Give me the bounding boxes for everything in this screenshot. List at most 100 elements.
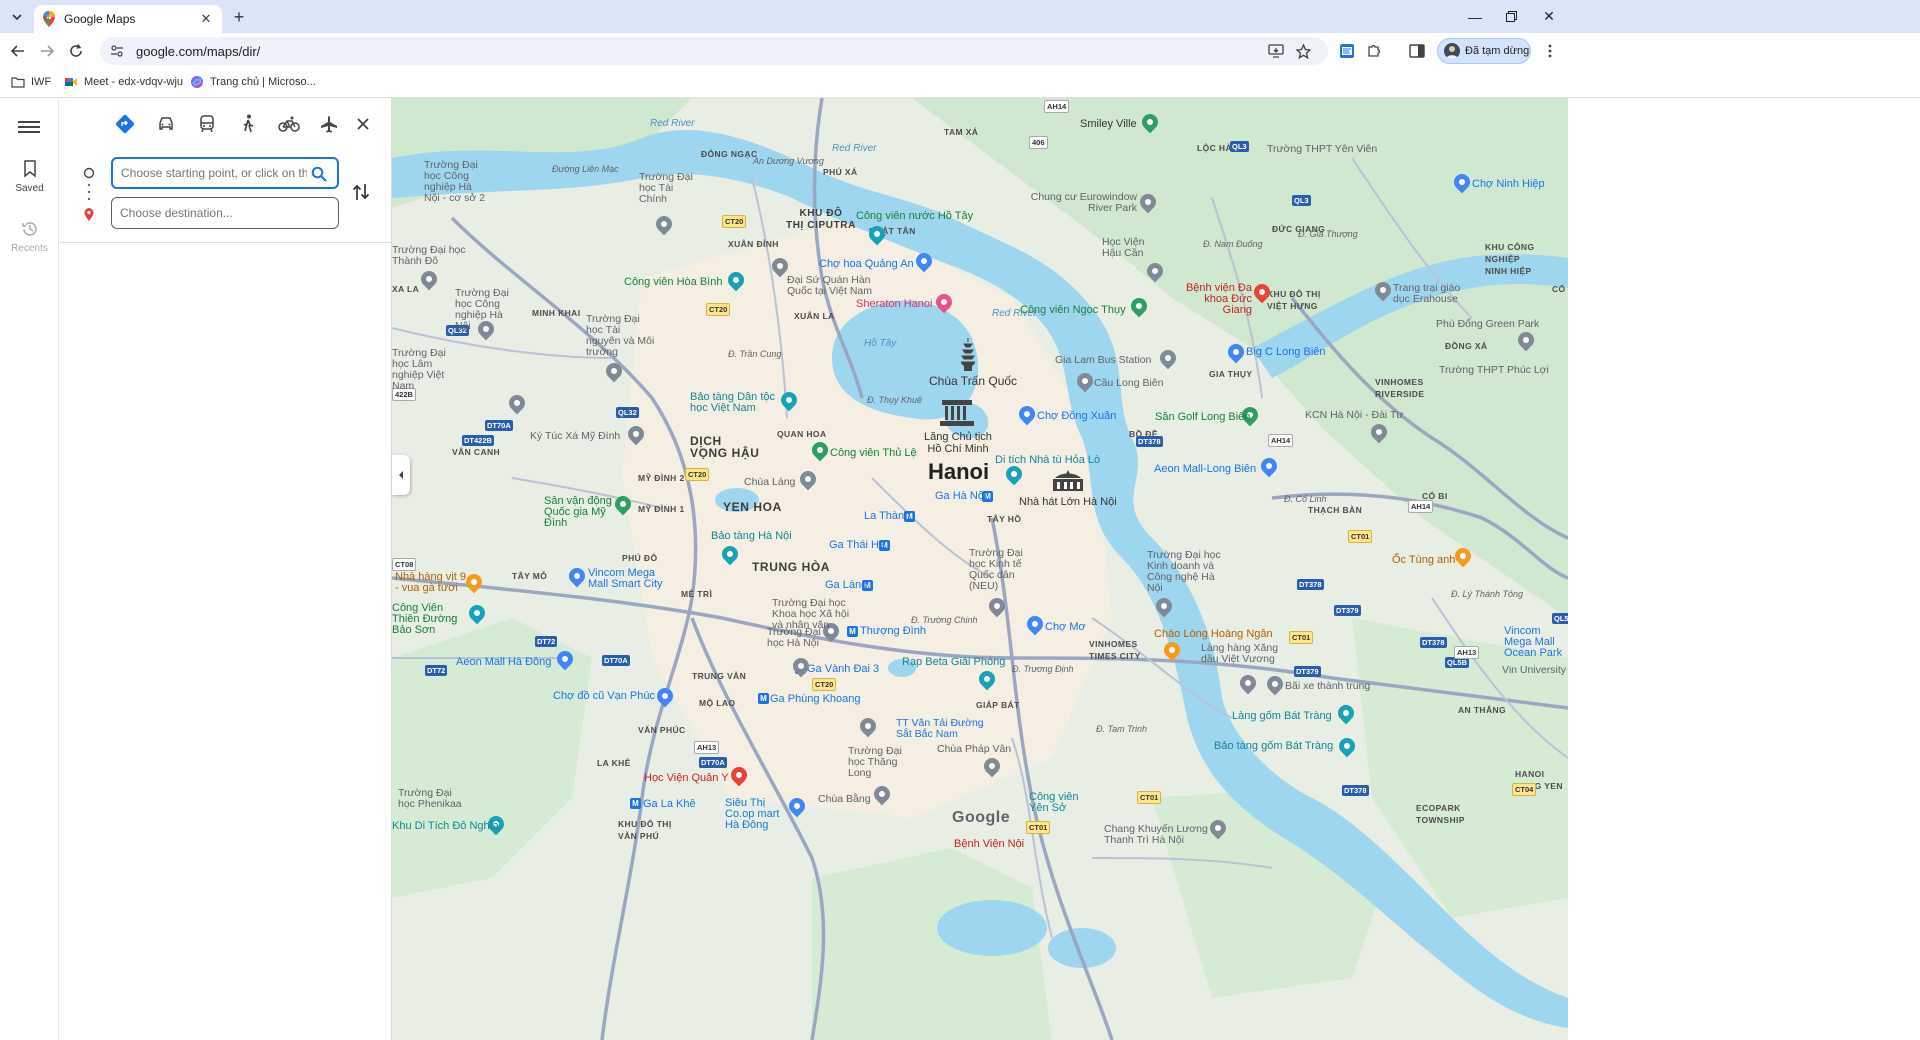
place-label[interactable]: Trường Đại học Thăng Long bbox=[848, 746, 918, 779]
place-label[interactable]: Chùa Bằng bbox=[818, 793, 871, 805]
poi-label[interactable]: Siêu Thị Co.op mart Hà Đông bbox=[725, 798, 787, 831]
poi-label[interactable]: Nhà hàng vịt 9 - vua gà tươi bbox=[395, 572, 467, 594]
hamburger-menu-icon[interactable] bbox=[18, 118, 40, 136]
saved-button[interactable]: Saved bbox=[0, 160, 59, 194]
poi-label[interactable]: Ốc Tùng anh bbox=[1392, 554, 1455, 566]
destination-input[interactable] bbox=[111, 197, 339, 229]
back-icon[interactable] bbox=[4, 37, 32, 65]
place-label[interactable]: Trường Đại học Tài Chính bbox=[639, 172, 699, 205]
swap-points-icon[interactable] bbox=[352, 182, 374, 204]
site-info-icon[interactable] bbox=[110, 44, 124, 58]
place-label[interactable]: Ga Láng bbox=[825, 579, 867, 591]
poi-label[interactable]: Làng gốm Bát Tràng bbox=[1232, 710, 1332, 722]
close-directions-icon[interactable] bbox=[349, 110, 377, 138]
bookmark-star-icon[interactable] bbox=[1293, 41, 1313, 61]
forward-icon[interactable] bbox=[33, 37, 61, 65]
place-label[interactable]: Chùa Láng bbox=[744, 476, 795, 488]
poi-label[interactable]: Big C Long Biên bbox=[1246, 346, 1326, 358]
map-canvas[interactable]: Red River Red River Hồ Tây Red River Han… bbox=[392, 98, 1568, 1040]
extension-translate-icon[interactable] bbox=[1335, 39, 1359, 63]
place-label[interactable]: Ga Hà Nội bbox=[935, 490, 986, 502]
poi-label[interactable]: Chợ Mơ bbox=[1045, 621, 1086, 633]
place-label[interactable]: Trường THPT Yên Viên bbox=[1267, 143, 1377, 155]
pagoda-icon[interactable] bbox=[961, 338, 975, 372]
starting-point-field[interactable] bbox=[119, 165, 309, 181]
flights-mode-icon[interactable] bbox=[315, 110, 343, 138]
place-label[interactable]: Ga Phùng Khoang bbox=[770, 693, 861, 705]
place-label[interactable]: Ký Túc Xá Mỹ Đình bbox=[530, 430, 620, 442]
browser-tab-google-maps[interactable]: Google Maps ✕ bbox=[34, 5, 222, 33]
poi-label[interactable]: Công Viên Thiên Đường Bảo Sơn bbox=[392, 603, 468, 636]
poi-label[interactable]: Chợ Ninh Hiệp bbox=[1472, 178, 1545, 190]
place-label[interactable]: Phù Đổng Green Park bbox=[1436, 318, 1539, 330]
place-label[interactable]: Trường Đại học Kinh doanh và Công nghệ H… bbox=[1147, 550, 1227, 594]
mausoleum-icon[interactable] bbox=[940, 398, 974, 428]
poi-label[interactable]: Công viên Thủ Lệ bbox=[830, 447, 917, 459]
place-label[interactable]: Làng hàng Xăng dầu Việt Vương bbox=[1201, 643, 1291, 665]
place-label[interactable]: Trường THPT Phúc Lợi bbox=[1439, 364, 1549, 376]
landmark-label[interactable]: Di tích Nhà tù Hỏa Lò bbox=[995, 454, 1100, 466]
place-label[interactable]: Trang trại giáo dục Erahouse bbox=[1393, 283, 1473, 305]
poi-label[interactable]: Aeon Mall Hà Đông bbox=[456, 656, 551, 668]
poi-label[interactable]: Công viên Yên Sở bbox=[1029, 792, 1099, 814]
install-app-icon[interactable] bbox=[1266, 41, 1286, 61]
profile-button[interactable]: Đã tạm dừng bbox=[1437, 38, 1531, 64]
place-label[interactable]: Trường Đại học Lâm nghiệp Việt Nam bbox=[392, 348, 454, 392]
close-window-icon[interactable]: ✕ bbox=[1526, 0, 1572, 33]
poi-label[interactable]: Công viên Hòa Bình bbox=[624, 276, 722, 288]
poi-label[interactable]: Smiley Ville bbox=[1080, 118, 1137, 130]
bookmark-iwf[interactable]: IWF bbox=[11, 75, 51, 89]
poi-label[interactable]: Chợ Đồng Xuân bbox=[1037, 410, 1116, 422]
place-label[interactable]: Ga Vành Đai 3 bbox=[807, 663, 879, 675]
place-label[interactable]: Vin University bbox=[1502, 664, 1566, 676]
place-label[interactable]: La Thành bbox=[864, 510, 910, 522]
driving-mode-icon[interactable] bbox=[152, 110, 180, 138]
place-label[interactable]: Trường Đại học Công nghiệp Hà Nội bbox=[455, 288, 519, 332]
poi-label[interactable]: Bảo tàng Dân tộc học Việt Nam bbox=[690, 392, 780, 414]
tab-search-chevron-icon[interactable] bbox=[6, 6, 28, 28]
reload-icon[interactable] bbox=[62, 37, 90, 65]
place-label[interactable]: Trường Đại học Kinh tế Quốc dân (NEU) bbox=[969, 548, 1039, 592]
poi-label[interactable]: Khu Di Tích Đô Nghĩa bbox=[392, 820, 499, 832]
poi-label[interactable]: Sheraton Hanoi bbox=[856, 298, 932, 310]
search-icon[interactable] bbox=[311, 166, 327, 182]
poi-label[interactable]: Sân Golf Long Biên bbox=[1155, 411, 1250, 423]
poi-label[interactable]: Công viên Ngọc Thụy bbox=[1020, 304, 1126, 316]
walking-mode-icon[interactable] bbox=[234, 110, 262, 138]
place-label[interactable]: Chang Khuyến Lương Thanh Trì Hà Nội bbox=[1104, 824, 1209, 846]
place-label[interactable]: Trường Đại học Công nghiệp Hà Nội - cơ s… bbox=[424, 160, 490, 204]
landmark-label[interactable]: Chùa Trấn Quốc bbox=[929, 375, 1017, 387]
cycling-mode-icon[interactable] bbox=[275, 110, 303, 138]
place-label[interactable]: KCN Hà Nội - Đài Tư bbox=[1305, 409, 1403, 421]
landmark-label[interactable]: Lăng Chủ tịch Hồ Chí Minh bbox=[922, 431, 994, 455]
new-tab-button[interactable]: + bbox=[228, 6, 250, 28]
poi-label[interactable]: Học Viện Quân Y bbox=[644, 772, 729, 784]
place-label[interactable]: Chung cư Eurowindow River Park bbox=[1022, 192, 1137, 214]
poi-label[interactable]: Vincom Mega Mall Ocean Park bbox=[1504, 626, 1568, 659]
best-route-mode-icon[interactable] bbox=[111, 110, 139, 138]
place-label[interactable]: TT Văn Tải Đường Sắt Bắc Nam bbox=[896, 718, 996, 740]
extensions-puzzle-icon[interactable] bbox=[1362, 39, 1386, 63]
bookmark-meet[interactable]: Meet - edx-vdqv-wju bbox=[64, 75, 183, 89]
side-panel-icon[interactable] bbox=[1405, 39, 1429, 63]
poi-label[interactable]: Cháo Lòng Hoàng Ngân bbox=[1154, 628, 1273, 640]
poi-label[interactable]: Aeon Mall-Long Biên bbox=[1154, 463, 1256, 475]
place-label[interactable]: Chùa Pháp Vân bbox=[937, 743, 1011, 755]
place-label[interactable]: Thượng Đình bbox=[860, 625, 926, 637]
poi-label[interactable]: Công viên nước Hồ Tây bbox=[856, 210, 973, 222]
transit-mode-icon[interactable] bbox=[193, 110, 221, 138]
place-label[interactable]: Ga Thái Hà bbox=[829, 539, 885, 551]
map-city-label[interactable]: Hanoi bbox=[928, 461, 989, 483]
tab-close-icon[interactable]: ✕ bbox=[198, 11, 214, 27]
destination-field[interactable] bbox=[118, 205, 308, 221]
poi-label[interactable]: Bảo tàng Hà Nội bbox=[711, 530, 792, 542]
place-label[interactable]: Trường Đại học Hà Nội bbox=[767, 627, 827, 649]
metro-station-icon[interactable]: M bbox=[758, 693, 769, 704]
bookmark-microsoft[interactable]: Trang chủ | Microso... bbox=[190, 75, 316, 89]
place-label[interactable]: Trường Đại học Phenikaa bbox=[398, 788, 462, 810]
place-label[interactable]: Ga La Khê bbox=[643, 798, 696, 810]
collapse-panel-button[interactable] bbox=[392, 455, 410, 495]
opera-house-icon[interactable] bbox=[1051, 470, 1085, 494]
place-label[interactable]: Cầu Long Biên bbox=[1094, 377, 1163, 389]
starting-point-input[interactable] bbox=[111, 157, 339, 189]
